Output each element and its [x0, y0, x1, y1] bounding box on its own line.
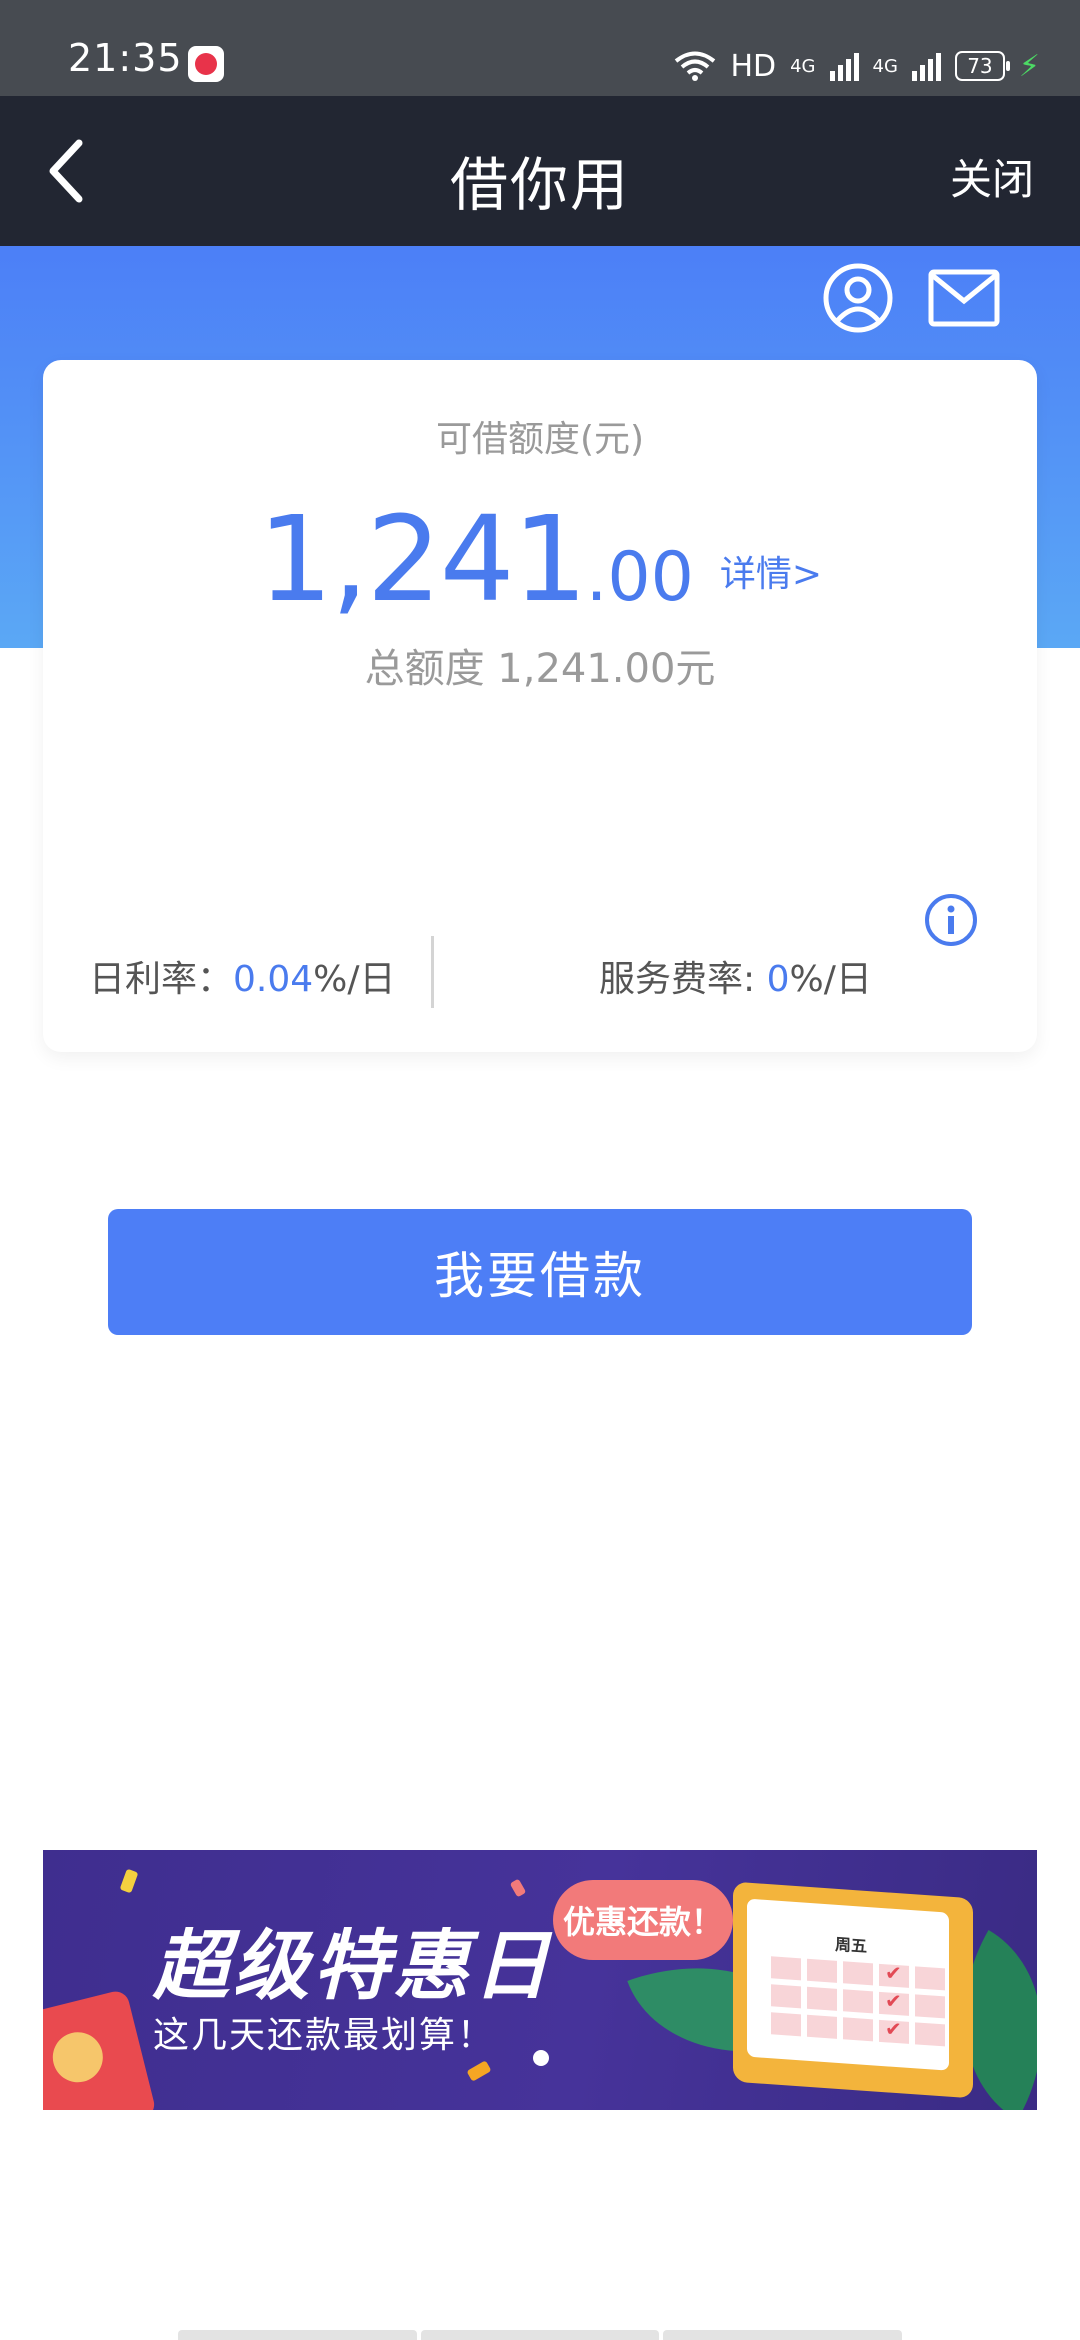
available-amount: 1,241.00 详情>	[43, 490, 1037, 628]
mail-icon[interactable]	[928, 262, 1000, 334]
confetti	[466, 2060, 492, 2082]
charging-icon: ⚡	[1018, 48, 1040, 84]
banner-pill-label: 优惠还款！	[553, 1880, 733, 1960]
service-rate-unit: %/日	[789, 959, 872, 1000]
hd-label: HD	[730, 48, 777, 84]
total-credit: 总额度 1,241.00元	[364, 646, 716, 692]
detail-link[interactable]: 详情>	[720, 554, 822, 595]
banner-title: 超级特惠日	[153, 1921, 553, 2010]
user-icon[interactable]	[822, 262, 894, 334]
signal2-label: 4G	[872, 55, 898, 77]
wifi-icon	[675, 51, 716, 81]
daily-rate-label: 日利率：	[89, 959, 234, 1000]
signal2-icon	[911, 51, 941, 81]
info-icon[interactable]	[923, 892, 979, 948]
amount-decimal: .00	[585, 538, 694, 617]
battery-level: 73	[967, 54, 993, 78]
confetti	[509, 1878, 527, 1898]
borrow-button[interactable]: 我要借款	[108, 1209, 972, 1335]
red-envelope-graphic	[43, 1988, 158, 2110]
service-rate-value: 0	[766, 959, 790, 1000]
battery-icon: 73	[954, 51, 1010, 81]
confetti	[119, 1868, 139, 1894]
status-indicators: HD 4G 4G 73 ⚡	[674, 40, 1040, 92]
credit-card: 可借额度(元) 1,241.00 详情> 总额度 1,241.00元 日利率：0.…	[43, 360, 1037, 1052]
service-rate: 服务费率: 0%/日	[599, 950, 872, 1002]
close-button[interactable]: 关闭	[950, 146, 1034, 207]
status-bar: 21:35 HD 4G 4G 73 ⚡	[0, 0, 1080, 96]
amount-integer: 1,241	[257, 490, 588, 628]
promo-banner[interactable]: 超级特惠日 这几天还款最划算！ 周五 优惠还款！	[43, 1850, 1037, 2110]
page-title: 借你用	[449, 151, 630, 219]
bottom-tab-hint	[178, 2330, 903, 2340]
signal1-label: 4G	[790, 55, 816, 77]
daily-rate: 日利率：0.04%/日	[89, 950, 396, 1002]
banner-subtitle: 这几天还款最划算！	[153, 2015, 496, 2056]
calendar-graphic: 周五	[733, 1881, 973, 2099]
signal1-icon	[829, 51, 859, 81]
daily-rate-value: 0.04	[233, 959, 314, 1000]
carousel-indicator	[533, 2050, 549, 2066]
nav-bar: 借你用 关闭	[0, 96, 1080, 246]
daily-rate-unit: %/日	[313, 959, 396, 1000]
rate-divider	[431, 936, 434, 1008]
service-rate-label: 服务费率:	[599, 959, 767, 1000]
status-time: 21:35	[68, 36, 183, 80]
notification-app-icon	[188, 46, 224, 82]
available-credit-label: 可借额度(元)	[435, 419, 645, 460]
calendar-day-label: 周五	[835, 1934, 868, 1956]
